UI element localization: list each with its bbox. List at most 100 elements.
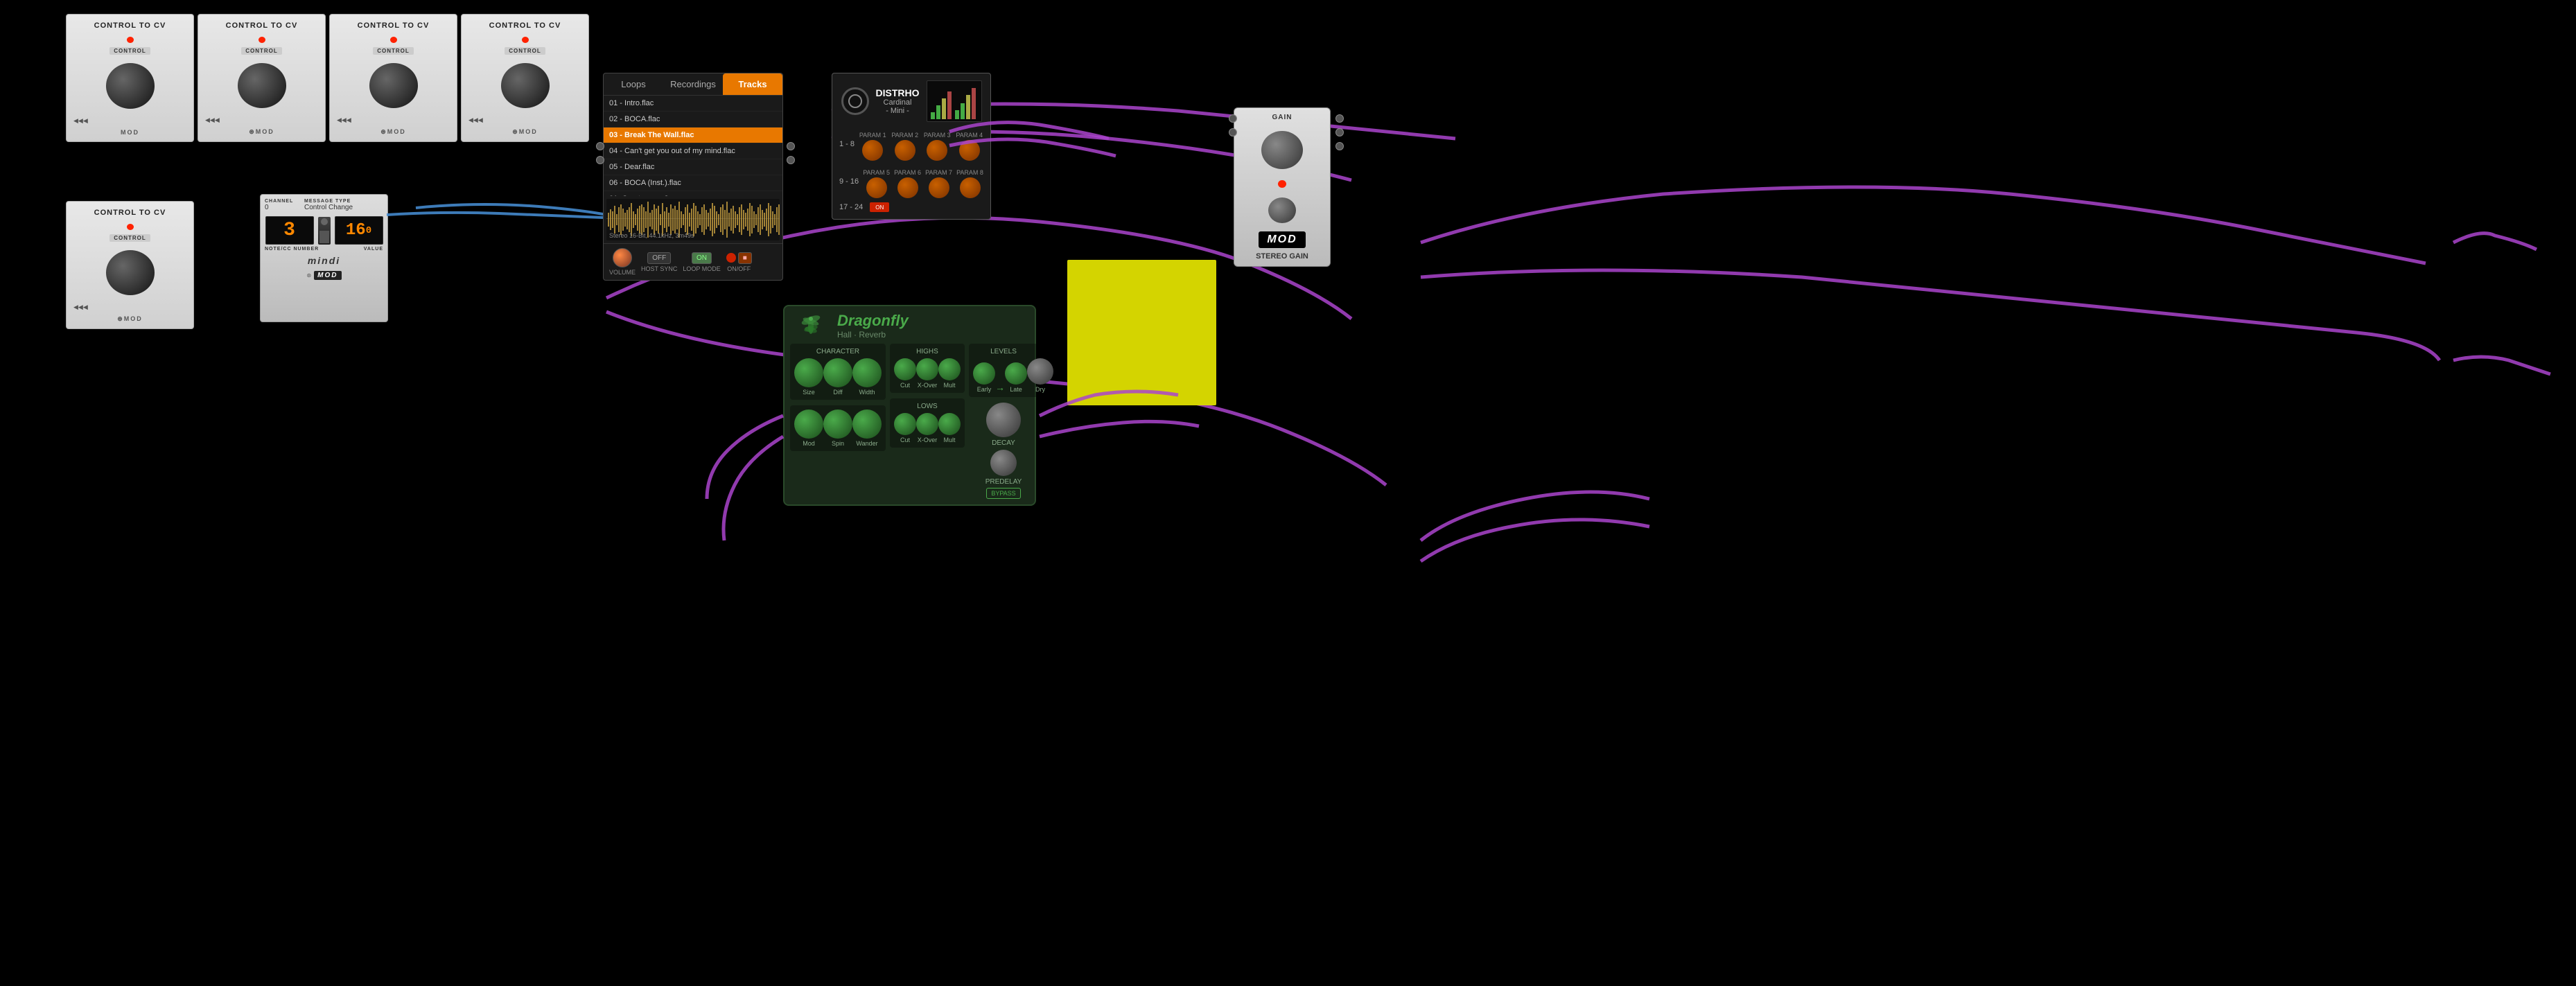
- wander-knob[interactable]: [852, 410, 882, 439]
- late-wrap: Late: [1005, 362, 1027, 393]
- main-knob[interactable]: [106, 63, 155, 109]
- track-item[interactable]: 02 - BOCA.flac: [604, 112, 782, 127]
- port-jack-left[interactable]: [1229, 128, 1237, 137]
- late-label: Late: [1010, 386, 1022, 393]
- on-off-toggle[interactable]: ■: [738, 252, 752, 264]
- port-jack-right[interactable]: [1335, 114, 1344, 123]
- module-title: CONTROL TO CV: [93, 19, 168, 33]
- early-wrap: Early: [973, 362, 995, 393]
- main-knob[interactable]: [106, 250, 155, 295]
- channel-label: CHANNEL: [265, 199, 304, 204]
- highs-xover-knob[interactable]: [916, 358, 938, 380]
- param-7-wrap: PARAM 7: [925, 169, 952, 198]
- lows-xover-wrap: X-Over: [916, 413, 938, 443]
- message-type-label: MESSAGE TYPE: [304, 199, 383, 204]
- param-2-knob[interactable]: [895, 140, 915, 161]
- levels-knob-row: Early → Late Dry: [973, 358, 1034, 393]
- message-type-value: Control Change: [304, 204, 383, 211]
- looper-panel: Loops Recordings Tracks 01 - Intro.flac …: [603, 73, 783, 281]
- track-item-selected[interactable]: 03 - Break The Wall.flac: [604, 127, 782, 143]
- param-5-knob[interactable]: [866, 177, 887, 198]
- track-item[interactable]: 06 - BOCA (Inst.).flac: [604, 175, 782, 191]
- param-2-label: PARAM 2: [891, 132, 918, 139]
- param-8-knob[interactable]: [960, 177, 981, 198]
- mod-section: Mod Spin Wander: [790, 405, 886, 451]
- dry-knob[interactable]: [1027, 358, 1053, 385]
- early-knob[interactable]: [973, 362, 995, 385]
- decay-label: Decay: [992, 439, 1015, 447]
- param-3-knob[interactable]: [927, 140, 947, 161]
- mod-label: Mod: [803, 440, 815, 447]
- mod-knob[interactable]: [794, 410, 823, 439]
- param-4-knob[interactable]: [959, 140, 980, 161]
- cardinal-panel: DISTRHO Cardinal - Mini - 1 - 8 PA: [832, 73, 991, 220]
- loop-mode-toggle[interactable]: ON: [692, 252, 712, 264]
- port-jack-right[interactable]: [1335, 142, 1344, 150]
- tab-loops[interactable]: Loops: [604, 73, 663, 95]
- main-knob[interactable]: [501, 63, 550, 108]
- bypass-button[interactable]: Bypass: [986, 488, 1020, 499]
- mod-knob-row: Mod Spin Wander: [794, 410, 882, 447]
- port-row: ◀◀◀: [71, 117, 189, 125]
- track-item[interactable]: 04 - Can't get you out of my mind.flac: [604, 143, 782, 159]
- note-number-label: NOTE/CC NUMBER: [265, 247, 319, 252]
- track-item[interactable]: 01 - Intro.flac: [604, 96, 782, 112]
- port-jack[interactable]: [596, 156, 604, 164]
- spin-label: Spin: [832, 440, 844, 447]
- highs-mult-knob[interactable]: [938, 358, 961, 380]
- range-row-2: 9 - 16 PARAM 5 PARAM 6 PARAM 7 PARAM 8: [839, 165, 983, 198]
- highs-mult-wrap: Mult: [938, 358, 961, 389]
- diff-knob[interactable]: [823, 358, 852, 387]
- host-sync-toggle[interactable]: OFF: [647, 252, 671, 264]
- gain-knob[interactable]: [1261, 131, 1303, 169]
- param-6-knob[interactable]: [897, 177, 918, 198]
- mod-logo: ⊛MOD: [334, 127, 453, 137]
- yellow-pad: [1067, 260, 1216, 405]
- early-label: Early: [977, 386, 992, 393]
- size-knob[interactable]: [794, 358, 823, 387]
- lows-cut-knob[interactable]: [894, 413, 916, 435]
- module-title: CONTROL TO CV: [356, 19, 431, 33]
- highs-cut-wrap: Cut: [894, 358, 916, 389]
- lows-mult-wrap: Mult: [938, 413, 961, 443]
- spin-knob[interactable]: [823, 410, 852, 439]
- highs-cut-knob[interactable]: [894, 358, 916, 380]
- width-knob[interactable]: [852, 358, 882, 387]
- port-jack[interactable]: [787, 142, 795, 150]
- control-to-cv-module-2: CONTROL TO CV CONTROL ◀◀◀ ⊛MOD: [198, 14, 326, 142]
- param-1-knob[interactable]: [862, 140, 883, 161]
- levels-arrow: →: [995, 382, 1005, 393]
- lows-xover-knob[interactable]: [916, 413, 938, 435]
- param-7-knob[interactable]: [929, 177, 949, 198]
- port-jack[interactable]: [787, 156, 795, 164]
- tab-recordings[interactable]: Recordings: [663, 73, 723, 95]
- decay-knob[interactable]: [986, 403, 1021, 437]
- param-8-label: PARAM 8: [956, 169, 983, 176]
- lows-knob-row: Cut X-Over Mult: [894, 413, 961, 443]
- character-title: Character: [794, 348, 882, 355]
- late-knob[interactable]: [1005, 362, 1027, 385]
- control-to-cv-module-5: CONTROL TO CV CONTROL ◀◀◀ ⊛MOD: [66, 201, 194, 329]
- looper-tabs: Loops Recordings Tracks: [604, 73, 782, 96]
- power-led: [390, 37, 397, 43]
- volume-knob[interactable]: [613, 248, 632, 267]
- predelay-knob[interactable]: [990, 450, 1017, 476]
- mod-badge: MOD: [314, 271, 341, 280]
- track-item[interactable]: 05 - Dear.flac: [604, 159, 782, 175]
- highs-xover-wrap: X-Over: [916, 358, 938, 389]
- tab-tracks[interactable]: Tracks: [723, 73, 782, 95]
- ctrl-label: CONTROL: [373, 47, 414, 55]
- ctrl-label: CONTROL: [109, 47, 150, 55]
- port-jack-right[interactable]: [1335, 128, 1344, 137]
- port-jack-left[interactable]: [1229, 114, 1237, 123]
- main-knob[interactable]: [369, 63, 418, 108]
- levels-title: Levels: [973, 348, 1034, 355]
- main-knob[interactable]: [238, 63, 286, 108]
- lows-mult-knob[interactable]: [938, 413, 961, 435]
- gain-trim-knob[interactable]: [1268, 197, 1296, 223]
- record-button[interactable]: [726, 253, 736, 263]
- param-3-label: PARAM 3: [924, 132, 951, 139]
- power-led: [259, 37, 265, 43]
- track-item[interactable]: 01. Overture.mp3: [604, 191, 782, 196]
- port-jack[interactable]: [596, 142, 604, 150]
